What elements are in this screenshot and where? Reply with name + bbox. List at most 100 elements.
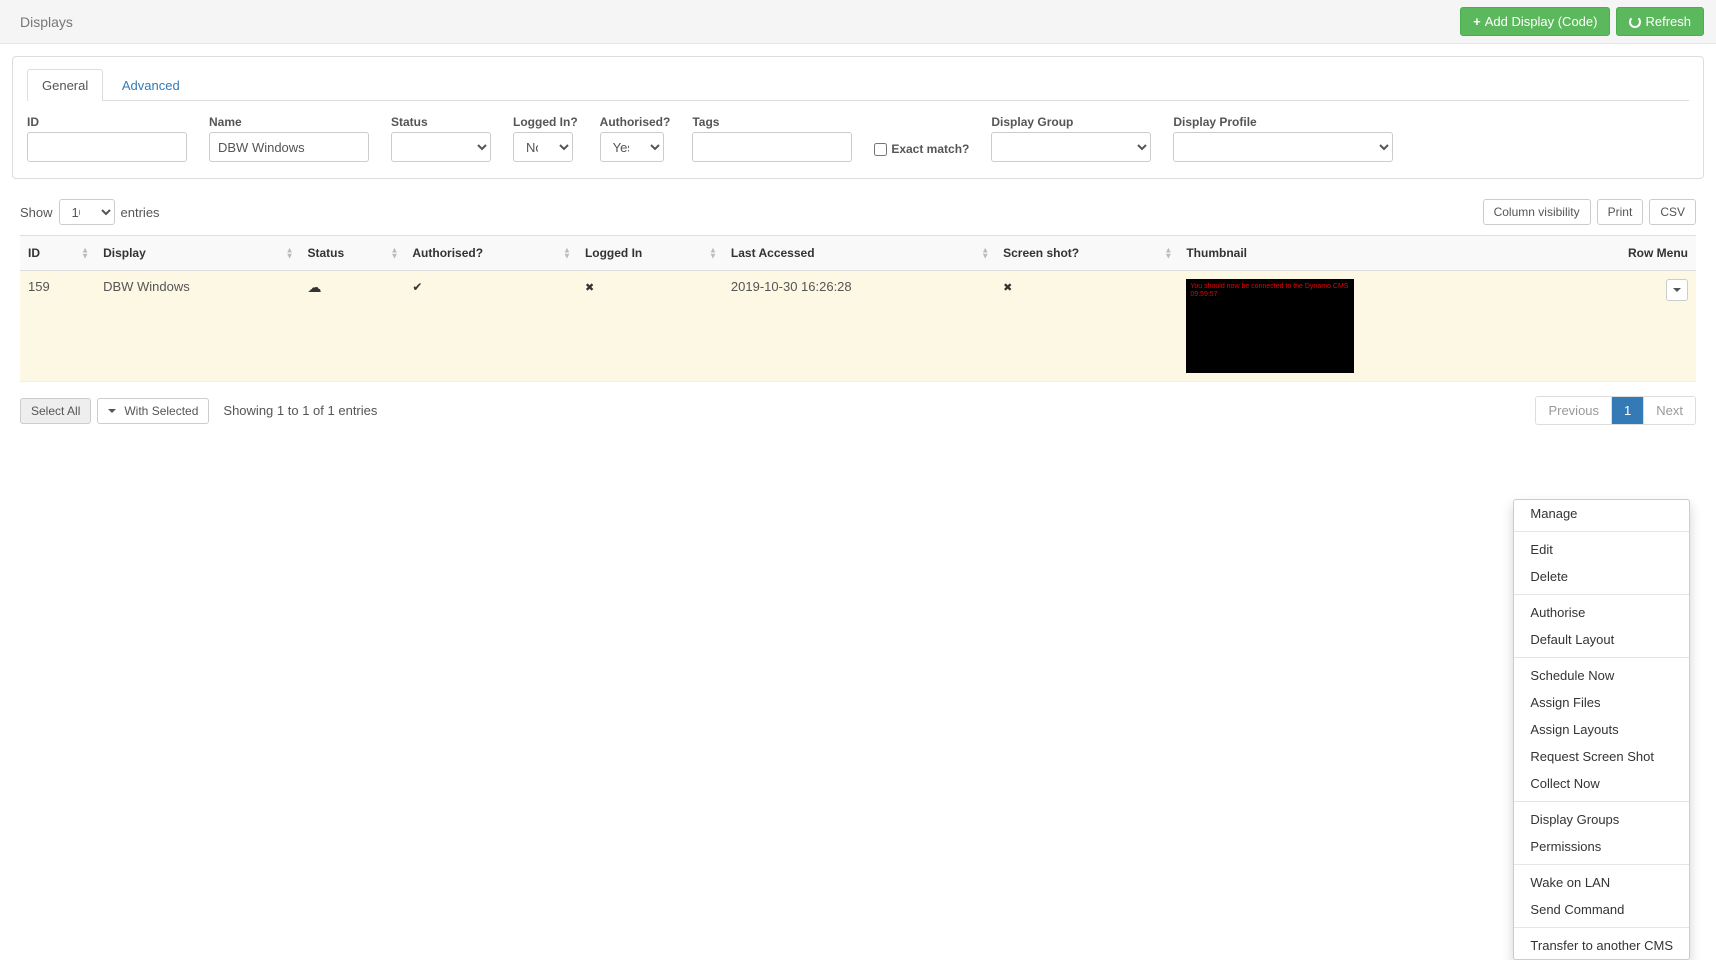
tags-input[interactable]: [692, 132, 852, 162]
loggedin-select[interactable]: No: [513, 132, 573, 162]
authorised-label: Authorised?: [600, 115, 671, 129]
footer-left: Select All With Selected Showing 1 to 1 …: [20, 398, 377, 424]
row-menu-dropdown: Manage EditDelete AuthoriseDefault Layout S…: [1513, 499, 1690, 960]
col-authorised[interactable]: Authorised?▲▼: [404, 236, 577, 271]
filter-tags: Tags: [692, 115, 852, 162]
filter-id: ID: [27, 115, 187, 162]
sort-icon: ▲▼: [286, 247, 294, 258]
filter-loggedin: Logged In? No: [513, 115, 578, 162]
table-header-row: ID▲▼ Display▲▼ Status▲▼ Authorised?▲▼ Lo…: [20, 236, 1696, 271]
show-label: Show: [20, 205, 53, 220]
cell-thumbnail: You should now be connected to the Dynam…: [1178, 271, 1544, 382]
menu-item-schedule-now[interactable]: Schedule Now: [1514, 662, 1689, 689]
display-profile-label: Display Profile: [1173, 115, 1393, 129]
display-group-select[interactable]: [991, 132, 1151, 162]
menu-item-send-command[interactable]: Send Command: [1514, 896, 1689, 923]
tab-general[interactable]: General: [27, 69, 103, 101]
filter-status: Status: [391, 115, 491, 162]
sort-icon: ▲▼: [1164, 247, 1172, 258]
page-1[interactable]: 1: [1612, 397, 1644, 424]
menu-item-wake-on-lan[interactable]: Wake on LAN: [1514, 869, 1689, 896]
thumbnail-image[interactable]: You should now be connected to the Dynam…: [1186, 279, 1354, 373]
status-select[interactable]: [391, 132, 491, 162]
sort-icon: ▲▼: [563, 247, 571, 258]
name-input[interactable]: [209, 132, 369, 162]
cell-id: 159: [20, 271, 95, 382]
page-next[interactable]: Next: [1644, 397, 1695, 424]
menu-divider: [1514, 864, 1689, 865]
menu-item-delete[interactable]: Delete: [1514, 563, 1689, 590]
tab-advanced[interactable]: Advanced: [107, 69, 195, 101]
print-button[interactable]: Print: [1597, 199, 1644, 225]
add-display-label: Add Display (Code): [1485, 14, 1598, 29]
menu-item-authorise[interactable]: Authorise: [1514, 599, 1689, 626]
menu-item-assign-layouts[interactable]: Assign Layouts: [1514, 716, 1689, 743]
filter-display-profile: Display Profile: [1173, 115, 1393, 162]
cell-lastaccessed: 2019-10-30 16:26:28: [723, 271, 995, 382]
filter-panel: General Advanced ID Name Status Logged I…: [12, 56, 1704, 179]
table-buttons: Column visibility Print CSV: [1483, 199, 1696, 225]
menu-item-assign-files[interactable]: Assign Files: [1514, 689, 1689, 716]
id-label: ID: [27, 115, 187, 129]
header-actions: Add Display (Code) Refresh: [1460, 7, 1704, 36]
loggedin-label: Logged In?: [513, 115, 578, 129]
menu-item-edit[interactable]: Edit: [1514, 536, 1689, 563]
csv-button[interactable]: CSV: [1649, 199, 1696, 225]
sort-icon: ▲▼: [390, 247, 398, 258]
col-thumbnail: Thumbnail: [1178, 236, 1544, 271]
select-all-button[interactable]: Select All: [20, 398, 91, 424]
caret-down-icon: [108, 409, 116, 413]
status-label: Status: [391, 115, 491, 129]
tags-label: Tags: [692, 115, 852, 129]
page-prev[interactable]: Previous: [1536, 397, 1612, 424]
row-menu-button[interactable]: [1666, 279, 1688, 301]
cell-display: DBW Windows: [95, 271, 299, 382]
table-row[interactable]: 159 DBW Windows 2019-10-30 16:26:28 You …: [20, 271, 1696, 382]
col-id[interactable]: ID▲▼: [20, 236, 95, 271]
cell-authorised: [404, 271, 577, 382]
name-label: Name: [209, 115, 369, 129]
displays-table: ID▲▼ Display▲▼ Status▲▼ Authorised?▲▼ Lo…: [20, 235, 1696, 382]
cell-loggedin: [577, 271, 723, 382]
sort-icon: ▲▼: [81, 247, 89, 258]
page-title: Displays: [12, 14, 73, 30]
menu-divider: [1514, 927, 1689, 928]
colvis-button[interactable]: Column visibility: [1483, 199, 1591, 225]
menu-item-permissions[interactable]: Permissions: [1514, 833, 1689, 860]
col-lastaccessed[interactable]: Last Accessed▲▼: [723, 236, 995, 271]
exact-match-checkbox[interactable]: [874, 143, 887, 156]
menu-item-default-layout[interactable]: Default Layout: [1514, 626, 1689, 653]
menu-divider: [1514, 801, 1689, 802]
menu-divider: [1514, 657, 1689, 658]
exact-match-label: Exact match?: [891, 142, 969, 156]
entries-label: entries: [121, 205, 160, 220]
refresh-icon: [1629, 16, 1641, 28]
col-screenshot[interactable]: Screen shot?▲▼: [995, 236, 1178, 271]
filters-row: ID Name Status Logged In? No Authorised?…: [27, 115, 1689, 162]
check-icon: [412, 279, 422, 294]
col-loggedin[interactable]: Logged In▲▼: [577, 236, 723, 271]
sort-icon: ▲▼: [709, 247, 717, 258]
filter-name: Name: [209, 115, 369, 162]
menu-item-manage[interactable]: Manage: [1514, 500, 1689, 527]
pagination: Previous 1 Next: [1535, 396, 1696, 425]
menu-item-transfer-to-another-cms[interactable]: Transfer to another CMS: [1514, 932, 1689, 959]
add-display-button[interactable]: Add Display (Code): [1460, 7, 1610, 36]
show-entries: Show 10 entries: [20, 199, 160, 225]
with-selected-button[interactable]: With Selected: [97, 398, 209, 424]
menu-item-request-screen-shot[interactable]: Request Screen Shot: [1514, 743, 1689, 770]
thumbnail-text: You should now be connected to the Dynam…: [1190, 283, 1348, 300]
table-area: Show 10 entries Column visibility Print …: [12, 199, 1704, 445]
display-profile-select[interactable]: [1173, 132, 1393, 162]
col-status[interactable]: Status▲▼: [300, 236, 405, 271]
cell-rowmenu: [1545, 271, 1696, 382]
authorised-select[interactable]: Yes: [600, 132, 664, 162]
col-display[interactable]: Display▲▼: [95, 236, 299, 271]
menu-item-display-groups[interactable]: Display Groups: [1514, 806, 1689, 833]
plus-icon: [1473, 14, 1481, 29]
id-input[interactable]: [27, 132, 187, 162]
entries-select[interactable]: 10: [59, 199, 115, 225]
x-icon: [585, 279, 594, 294]
top-bar: Displays Add Display (Code) Refresh: [0, 0, 1716, 44]
refresh-button[interactable]: Refresh: [1616, 7, 1704, 36]
